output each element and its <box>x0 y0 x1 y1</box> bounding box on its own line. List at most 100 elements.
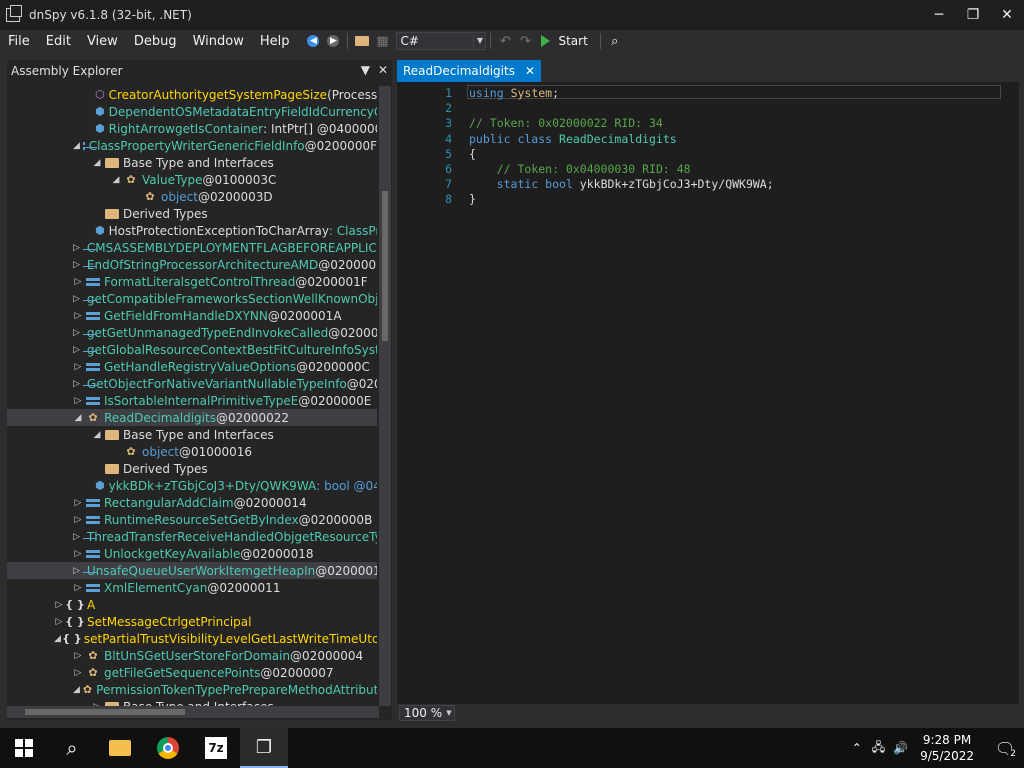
expander-icon[interactable]: ◢ <box>54 634 61 644</box>
editor-vertical-scrollbar[interactable] <box>1001 84 1019 704</box>
expander-icon[interactable]: ◢ <box>92 430 102 440</box>
pane-menu-chevron-icon[interactable]: ▼ <box>361 63 370 77</box>
tree-horizontal-scrollbar[interactable] <box>7 706 379 718</box>
taskbar-file-explorer[interactable] <box>96 728 144 768</box>
expander-icon[interactable]: ◢ <box>92 158 102 168</box>
tree-node[interactable]: ▷ ✿ BltUnSGetUserStoreForDomain @02000004 <box>7 647 377 664</box>
clock[interactable]: 9:28 PM 9/5/2022 <box>920 732 974 764</box>
maximize-button[interactable]: ❐ <box>956 0 990 30</box>
expander-icon[interactable]: ▷ <box>73 328 80 338</box>
tree-node[interactable]: ⬢ykkBDk+zTGbjCoJ3+Dty/QWK9WA : bool @040… <box>7 477 377 494</box>
expander-icon[interactable]: ▷ <box>54 617 64 627</box>
tree-node[interactable]: ◢ Base Type and Interfaces <box>7 426 377 443</box>
save-all-icon[interactable]: ▦ <box>372 32 392 50</box>
tree-node[interactable]: ⬢ HostProtectionExceptionToCharArray : Cl… <box>7 222 377 239</box>
tree-node[interactable]: ▷ getGetUnmanagedTypeEndInvokeCalled @020… <box>7 324 377 341</box>
volume-icon[interactable]: 🔊 <box>893 741 908 755</box>
taskbar-chrome[interactable] <box>144 728 192 768</box>
tree-node[interactable]: ▷ ✿ getFileGetSequencePoints @02000007 <box>7 664 377 681</box>
expander-icon[interactable]: ▷ <box>73 379 80 389</box>
tree-node[interactable]: ⬢ RightArrowgetIsContainer : IntPtr[] @04… <box>7 120 377 137</box>
tree-node[interactable]: ✿ object @01000016 <box>7 443 377 460</box>
minimize-button[interactable]: ─ <box>922 0 956 30</box>
tree-node[interactable]: ▷{ } A <box>7 596 377 613</box>
tree-node[interactable]: ▷ RectangularAddClaim @02000014 <box>7 494 377 511</box>
notification-center-button[interactable]: 🗨 2 <box>986 739 1024 759</box>
expander-icon[interactable]: ▷ <box>73 311 83 321</box>
tree-node[interactable]: ▷ getGlobalResourceContextBestFitCultureI… <box>7 341 377 358</box>
zoom-select[interactable]: 100 % ▼ <box>399 705 455 721</box>
tree-node[interactable]: ✿ object @0200003D <box>7 188 377 205</box>
tree-node[interactable]: ▷ ThreadTransferReceiveHandledObjgetResou… <box>7 528 377 545</box>
expander-icon[interactable]: ◢ <box>73 685 80 695</box>
tree-node[interactable]: ▷ RuntimeResourceSetGetByIndex @0200000B <box>7 511 377 528</box>
expander-icon[interactable]: ◢ <box>73 141 80 151</box>
pane-close-icon[interactable]: ✕ <box>378 63 388 77</box>
tree-node[interactable]: ◢ ✿ PermissionTokenTypePrePrepareMethodAtt… <box>7 681 377 698</box>
taskbar-search-button[interactable]: ⌕ <box>48 728 96 768</box>
expander-icon[interactable]: ▷ <box>73 651 83 661</box>
taskbar-dnspy[interactable]: ❐ <box>240 728 288 768</box>
expander-icon[interactable]: ▷ <box>73 362 83 372</box>
chevron-up-icon[interactable]: ⌃ <box>852 741 862 755</box>
tree-node[interactable]: ◢ ✿ ReadDecimaldigits @02000022 <box>7 409 377 426</box>
start-debug-button[interactable]: Start <box>541 34 588 48</box>
expander-icon[interactable]: ▷ <box>73 515 83 525</box>
navigate-back-icon[interactable]: ◀ <box>303 32 323 50</box>
menu-view[interactable]: View <box>79 34 126 49</box>
expander-icon[interactable]: ▷ <box>73 345 80 355</box>
taskbar-7zip[interactable]: 7z <box>192 728 240 768</box>
expander-icon[interactable]: ◢ <box>111 175 121 185</box>
tree-node[interactable]: ◢ ClassPropertyWriterGenericFieldInfo @02… <box>7 137 377 154</box>
expander-icon[interactable]: ▷ <box>54 600 64 610</box>
network-icon[interactable]: 🖧 <box>872 738 885 759</box>
tree-node[interactable]: ▷ UnlockgetKeyAvailable @02000018 <box>7 545 377 562</box>
open-folder-icon[interactable] <box>352 32 372 50</box>
tree-node[interactable]: ◢{ } setPartialTrustVisibilityLevelGetLas… <box>7 630 377 647</box>
expander-icon[interactable]: ▷ <box>73 294 80 304</box>
code-text[interactable]: 1 using System; 2 3 // Token: 0x02000022 RID… <box>397 84 1001 704</box>
start-button[interactable] <box>0 728 48 768</box>
expander-icon[interactable]: ◢ <box>73 413 83 423</box>
expander-icon[interactable]: ▷ <box>73 396 83 406</box>
tree-vertical-scrollbar[interactable] <box>379 86 391 706</box>
navigate-forward-icon[interactable]: ▶ <box>323 32 343 50</box>
tree-node[interactable]: ▷ CMSASSEMBLYDEPLOYMENTFLAGBEFOREAPPLICA <box>7 239 377 256</box>
close-tab-icon[interactable]: ✕ <box>525 64 535 78</box>
tree-node[interactable]: ▷ FormatLiteralsgetControlThread @0200001… <box>7 273 377 290</box>
expander-icon[interactable]: ▷ <box>73 260 80 270</box>
expander-icon[interactable]: ▷ <box>73 532 80 542</box>
menu-file[interactable]: File <box>0 34 38 49</box>
tree-node[interactable]: ▷Base Type and Interfaces <box>7 698 377 706</box>
tree-node[interactable]: ▷ EndOfStringProcessorArchitectureAMD @02… <box>7 256 377 273</box>
tree-node[interactable]: ▷ GetObjectForNativeVariantNullableTypeIn… <box>7 375 377 392</box>
menu-debug[interactable]: Debug <box>126 34 185 49</box>
language-select[interactable]: C# ▼ <box>396 32 487 50</box>
tree-node[interactable]: ▷ IsSortableInternalPrimitiveTypeE @02000… <box>7 392 377 409</box>
close-button[interactable]: ✕ <box>990 0 1024 30</box>
tree-node[interactable]: ▷{ } SetMessageCtrlgetPrincipal <box>7 613 377 630</box>
tab-readdecimaldigits[interactable]: ReadDecimaldigits ✕ <box>397 60 542 82</box>
expander-icon[interactable]: ▷ <box>73 668 83 678</box>
tree-node[interactable]: ◢ Base Type and Interfaces <box>7 154 377 171</box>
search-icon[interactable]: ⌕ <box>605 32 625 50</box>
tree-node[interactable]: Derived Types <box>7 460 377 477</box>
tree-node[interactable]: ▷ GetFieldFromHandleDXYNN @0200001A <box>7 307 377 324</box>
expander-icon[interactable]: ▷ <box>73 277 83 287</box>
tree-node[interactable]: ▷ GetHandleRegistryValueOptions @0200000C <box>7 358 377 375</box>
menu-window[interactable]: Window <box>185 34 252 49</box>
tree-node[interactable]: ▷ XmlElementCyan @02000011 <box>7 579 377 596</box>
undo-icon[interactable]: ↶ <box>495 32 515 50</box>
expander-icon[interactable]: ▷ <box>73 583 83 593</box>
redo-icon[interactable]: ↷ <box>515 32 535 50</box>
expander-icon[interactable]: ▷ <box>73 549 83 559</box>
tree-node[interactable]: ◢ ✿ ValueType @0100003C <box>7 171 377 188</box>
tree-node[interactable]: ▷ UnsafeQueueUserWorkItemgetHeapIn @02000… <box>7 562 377 579</box>
menu-help[interactable]: Help <box>252 34 298 49</box>
tree-node[interactable]: ⬢ DependentOSMetadataEntryFieldIdCurrency… <box>7 103 377 120</box>
expander-icon[interactable]: ▷ <box>73 566 80 576</box>
tree-node[interactable]: ⬡ CreatorAuthoritygetSystemPageSize (Proce… <box>7 86 377 103</box>
expander-icon[interactable]: ▷ <box>73 498 83 508</box>
menu-edit[interactable]: Edit <box>38 34 79 49</box>
tree-node[interactable]: ▷ getCompatibleFrameworksSectionWellKnown… <box>7 290 377 307</box>
